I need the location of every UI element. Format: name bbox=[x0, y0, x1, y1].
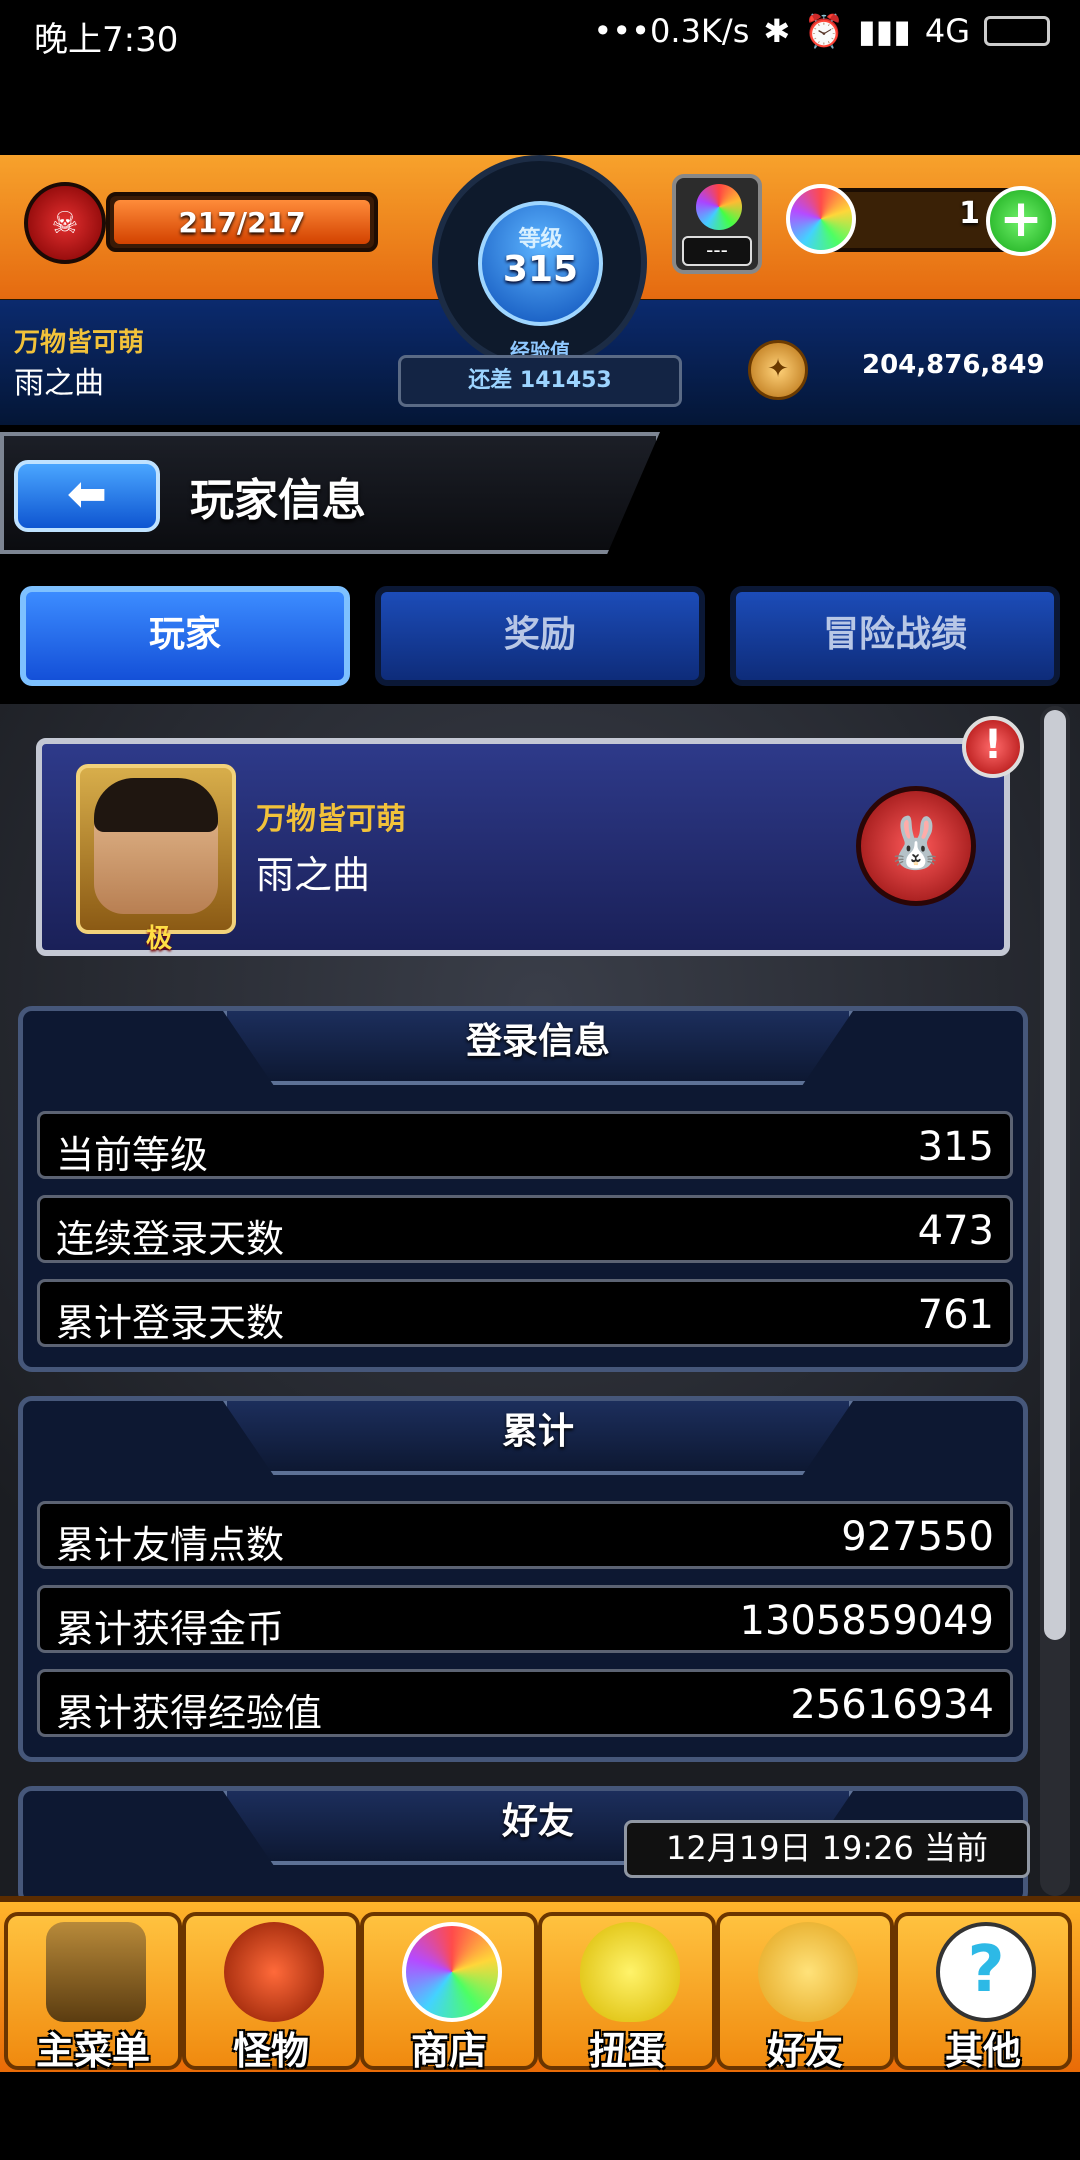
nav-label: 好友 bbox=[766, 2029, 843, 2073]
row-label: 累计获得金币 bbox=[56, 1607, 285, 1651]
system-nav-area bbox=[0, 2072, 1080, 2160]
table-row: 累计登录天数 761 bbox=[37, 1279, 1013, 1347]
level-badge: 等级 315 bbox=[478, 201, 603, 326]
coin-icon: ✦ bbox=[748, 340, 808, 400]
back-button[interactable]: ⬅ bbox=[14, 460, 160, 532]
game-hud: ☠ 217/217 等级 315 经验值 还差 141453 --- 1 + 万… bbox=[0, 150, 1080, 425]
tab-player[interactable]: 玩家 bbox=[20, 586, 350, 686]
castle-gate-icon bbox=[46, 1922, 146, 2022]
timestamp-toast: 12月19日 19:26 当前 bbox=[624, 1820, 1030, 1878]
question-icon: ? bbox=[936, 1922, 1036, 2022]
row-value: 25616934 bbox=[790, 1682, 994, 1728]
gem-box-button[interactable]: --- bbox=[672, 174, 762, 274]
nav-label: 主菜单 bbox=[35, 2029, 150, 2073]
nav-shop[interactable]: 商店 bbox=[360, 1912, 538, 2073]
nav-main-menu[interactable]: 主菜单 bbox=[4, 1912, 182, 2073]
stamina-bar: 217/217 bbox=[106, 192, 378, 252]
bottom-nav: 主菜单 怪物 商店 扭蛋 好友 ? 其他 bbox=[0, 1896, 1080, 2073]
gem-orb-icon bbox=[696, 184, 742, 230]
row-label: 当前等级 bbox=[56, 1133, 209, 1177]
table-row: 当前等级 315 bbox=[37, 1111, 1013, 1179]
login-info-panel: 登录信息 当前等级 315 连续登录天数 473 累计登录天数 761 bbox=[18, 1006, 1028, 1372]
back-arrow-icon: ⬅ bbox=[66, 466, 108, 522]
row-value: 927550 bbox=[841, 1514, 994, 1560]
nav-monsters[interactable]: 怪物 bbox=[182, 1912, 360, 2073]
table-row: 累计获得金币 1305859049 bbox=[37, 1585, 1013, 1653]
profile-name: 雨之曲 bbox=[256, 853, 371, 897]
player-team: 万物皆可萌 bbox=[14, 328, 145, 358]
bluetooth-icon: ✱ bbox=[763, 12, 791, 50]
egg-icon bbox=[580, 1922, 680, 2022]
add-orb-button[interactable]: + bbox=[986, 186, 1056, 256]
stamina-icon: ☠ bbox=[24, 182, 106, 264]
row-value: 1305859049 bbox=[739, 1598, 995, 1644]
nav-label: 怪物 bbox=[232, 2029, 309, 2073]
coin-count: 204,876,849 bbox=[862, 350, 1045, 380]
row-label: 连续登录天数 bbox=[56, 1217, 285, 1261]
table-row: 累计获得经验值 25616934 bbox=[37, 1669, 1013, 1737]
login-info-title: 登录信息 bbox=[223, 1011, 853, 1085]
nav-label: 商店 bbox=[410, 2029, 487, 2073]
scrollbar-thumb[interactable] bbox=[1044, 710, 1066, 1640]
status-time: 晚上7:30 bbox=[34, 20, 179, 60]
profile-card[interactable]: 极 万物皆可萌 雨之曲 🐰 bbox=[36, 738, 1010, 956]
row-value: 473 bbox=[917, 1208, 994, 1254]
orb-icon bbox=[402, 1922, 502, 2022]
level-value: 315 bbox=[502, 249, 579, 290]
nav-label: 其他 bbox=[944, 2029, 1021, 2073]
alarm-icon: ⏰ bbox=[804, 12, 845, 50]
row-value: 761 bbox=[917, 1292, 994, 1338]
monster-emblem-icon: 🐰 bbox=[856, 786, 976, 906]
dragon-icon bbox=[224, 1922, 324, 2022]
exp-remaining: 还差 141453 bbox=[398, 355, 682, 407]
nav-label: 扭蛋 bbox=[588, 2029, 665, 2073]
network-type: 4G bbox=[924, 12, 970, 50]
friends-icon bbox=[758, 1922, 858, 2022]
row-label: 累计友情点数 bbox=[56, 1523, 285, 1567]
rainbow-orb-icon bbox=[786, 184, 856, 254]
status-bar: 晚上7:30 •••0.3K/s ✱ ⏰ ▮▮▮ 4G 70 bbox=[0, 0, 1080, 70]
player-name: 雨之曲 bbox=[14, 366, 104, 401]
tab-adventure-record[interactable]: 冒险战绩 bbox=[730, 586, 1060, 686]
page-title: 玩家信息 bbox=[190, 475, 366, 526]
nav-gacha[interactable]: 扭蛋 bbox=[538, 1912, 716, 2073]
rank-badge: 极 bbox=[146, 924, 173, 954]
row-label: 累计获得经验值 bbox=[56, 1691, 323, 1735]
signal-icon: ▮▮▮ bbox=[858, 12, 911, 50]
nav-other[interactable]: ? 其他 bbox=[894, 1912, 1072, 2073]
totals-panel: 累计 累计友情点数 927550 累计获得金币 1305859049 累计获得经… bbox=[18, 1396, 1028, 1762]
stamina-value: 217/217 bbox=[178, 206, 306, 239]
nav-friends[interactable]: 好友 bbox=[716, 1912, 894, 2073]
alert-icon[interactable]: ! bbox=[962, 716, 1024, 778]
row-value: 315 bbox=[917, 1124, 994, 1170]
row-label: 累计登录天数 bbox=[56, 1301, 285, 1345]
avatar-hair bbox=[94, 778, 218, 832]
network-speed: •••0.3K/s bbox=[593, 12, 750, 50]
orb-count: 1 bbox=[959, 196, 980, 231]
status-right: •••0.3K/s ✱ ⏰ ▮▮▮ 4G 70 bbox=[593, 12, 1050, 50]
avatar[interactable]: 极 bbox=[76, 764, 236, 954]
profile-team: 万物皆可萌 bbox=[256, 802, 406, 837]
table-row: 连续登录天数 473 bbox=[37, 1195, 1013, 1263]
gem-box-value: --- bbox=[682, 236, 752, 266]
battery-icon: 70 bbox=[984, 16, 1050, 46]
table-row: 累计友情点数 927550 bbox=[37, 1501, 1013, 1569]
tab-rewards[interactable]: 奖励 bbox=[375, 586, 705, 686]
totals-title: 累计 bbox=[223, 1401, 853, 1475]
